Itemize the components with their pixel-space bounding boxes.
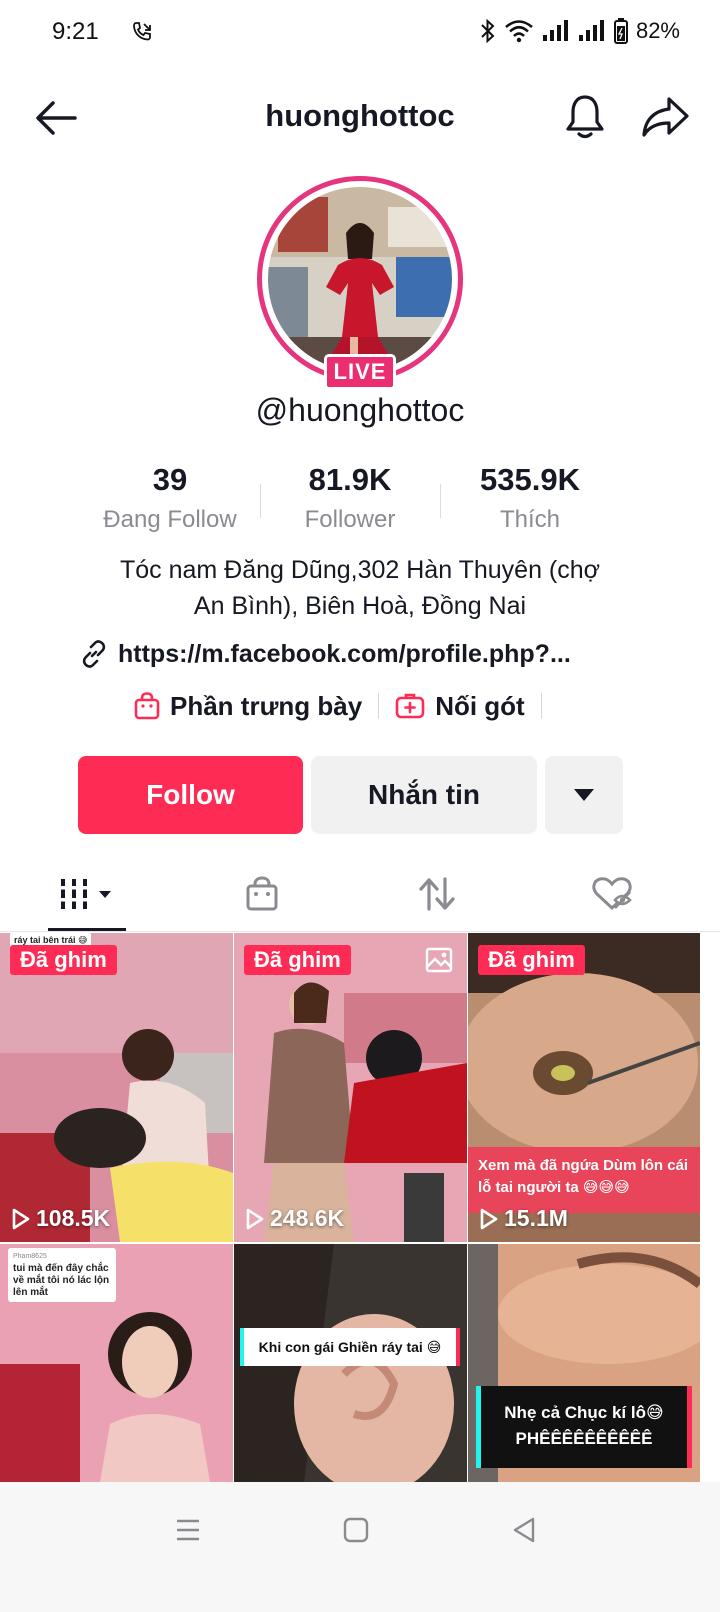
tab-reposts[interactable] bbox=[397, 858, 477, 930]
view-count: 108.5K bbox=[12, 1205, 110, 1232]
status-bar: 9:21 82% bbox=[0, 0, 720, 64]
play-icon bbox=[12, 1208, 30, 1229]
bio-line: An Bình), Biên Hoà, Đồng Nai bbox=[193, 592, 527, 620]
shop-divider bbox=[540, 693, 542, 719]
tab-shop[interactable] bbox=[222, 858, 302, 930]
add-box-icon bbox=[395, 693, 425, 719]
hidden-heart-icon bbox=[592, 877, 632, 911]
profile-stats: 39 Đang Follow 81.9K Follower 535.9K Thí… bbox=[0, 460, 720, 540]
comment-bubble: Pham8625 tui mà đến đây chắc về mắt tôi … bbox=[8, 1248, 116, 1302]
link-icon bbox=[82, 640, 106, 668]
pinned-badge: Đã ghim bbox=[10, 945, 117, 975]
video-thumbnail[interactable]: Đã ghim 248.6K bbox=[234, 933, 467, 1242]
header-title: huonghottoc bbox=[265, 98, 455, 133]
stat-likes-count: 535.9K bbox=[480, 462, 580, 497]
tab-videos[interactable] bbox=[48, 858, 126, 930]
wifi-icon bbox=[505, 20, 533, 43]
pinned-badge: Đã ghim bbox=[478, 945, 585, 975]
link-text: https://m.facebook.com/profile.php?... bbox=[118, 639, 571, 668]
video-thumbnail[interactable]: Khi con gái Ghiền ráy tai 😅 bbox=[234, 1244, 467, 1482]
video-thumbnail[interactable]: Pham8625 tui mà đến đây chắc về mắt tôi … bbox=[0, 1244, 233, 1482]
menu-lines-icon bbox=[177, 1519, 199, 1541]
comment-user: Pham8625 bbox=[13, 1253, 47, 1260]
video-caption: Khi con gái Ghiền ráy tai 😅 bbox=[240, 1328, 460, 1366]
video-thumbnail[interactable]: ráy tai bên trái 😅 Đã ghim 108.5K bbox=[0, 933, 233, 1242]
shopping-bag-icon bbox=[246, 876, 278, 911]
system-nav-bar bbox=[0, 1482, 720, 1612]
bell-icon bbox=[566, 95, 604, 139]
view-count-text: 108.5K bbox=[36, 1205, 111, 1231]
stat-followers-label: Follower bbox=[304, 506, 396, 533]
profile-username: @huonghottoc bbox=[255, 392, 465, 428]
status-time: 9:21 bbox=[52, 18, 99, 45]
view-count: 15.1M bbox=[480, 1205, 568, 1232]
signal-icon-2 bbox=[578, 20, 604, 41]
share-button[interactable] bbox=[638, 92, 692, 142]
more-options-button[interactable] bbox=[545, 756, 623, 834]
content-tabs bbox=[0, 858, 720, 932]
message-button[interactable]: Nhắn tin bbox=[311, 756, 537, 834]
caption-line: Nhẹ cả Chục kí lô😅 bbox=[504, 1403, 664, 1422]
video-caption: tui mà đến đây chắc về mắt tôi nó lác lộ… bbox=[13, 1263, 110, 1298]
triangle-down-icon bbox=[574, 789, 594, 801]
stat-following[interactable]: 39 Đang Follow bbox=[70, 460, 270, 534]
video-thumbnail[interactable]: Đã ghim Xem mà đã ngứa Dùm lôn cái lỗ ta… bbox=[468, 933, 700, 1242]
repost-icon bbox=[419, 877, 455, 911]
pinned-badge: Đã ghim bbox=[244, 945, 351, 975]
shopping-bag-icon bbox=[134, 692, 160, 720]
live-badge[interactable]: LIVE bbox=[324, 354, 396, 390]
shop-divider bbox=[378, 693, 380, 719]
follow-button[interactable]: Follow bbox=[78, 756, 303, 834]
battery-percent: 82% bbox=[635, 18, 680, 43]
missed-call-icon bbox=[133, 22, 151, 41]
video-caption: Nhẹ cả Chục kí lô😅 PHÊÊÊÊÊÊÊÊÊÊ bbox=[476, 1386, 692, 1468]
avatar-image bbox=[268, 187, 452, 371]
square-icon bbox=[343, 1517, 369, 1543]
shop-row: Phần trưng bày Nối gót bbox=[134, 686, 558, 726]
showcase-label: Phần trưng bày bbox=[170, 690, 363, 721]
profile-link[interactable]: https://m.facebook.com/profile.php?... bbox=[80, 636, 571, 672]
view-count-text: 15.1M bbox=[504, 1205, 568, 1231]
video-image bbox=[0, 933, 233, 1242]
status-icons: 82% bbox=[480, 18, 680, 44]
share-arrow-icon bbox=[642, 97, 689, 137]
video-thumbnail[interactable]: Nhẹ cả Chục kí lô😅 PHÊÊÊÊÊÊÊÊÊÊ bbox=[468, 1244, 700, 1482]
avatar-ring[interactable] bbox=[257, 176, 463, 382]
signal-icon bbox=[542, 20, 568, 41]
stat-following-count: 39 bbox=[152, 462, 188, 497]
triangle-back-icon bbox=[513, 1517, 535, 1543]
photo-icon bbox=[425, 947, 453, 973]
stat-followers-count: 81.9K bbox=[308, 462, 392, 497]
tab-active-indicator bbox=[48, 928, 126, 931]
profile-header: huonghottoc bbox=[0, 80, 720, 156]
caption-line: PHÊÊÊÊÊÊÊÊÊÊ bbox=[515, 1429, 653, 1448]
notification-button[interactable] bbox=[560, 92, 610, 142]
home-button[interactable] bbox=[336, 1510, 376, 1550]
connect-link[interactable]: Nối gót bbox=[395, 691, 525, 722]
video-caption: Xem mà đã ngứa Dùm lôn cái lỗ tai người … bbox=[468, 1147, 700, 1213]
avatar bbox=[268, 187, 452, 371]
play-icon bbox=[246, 1208, 264, 1229]
view-count-text: 248.6K bbox=[270, 1205, 345, 1231]
bluetooth-icon bbox=[481, 18, 495, 44]
video-image bbox=[234, 933, 467, 1242]
stat-following-label: Đang Follow bbox=[103, 506, 237, 533]
battery-icon bbox=[613, 18, 628, 44]
stat-followers[interactable]: 81.9K Follower bbox=[250, 460, 450, 534]
stat-likes-label: Thích bbox=[499, 506, 561, 533]
recents-button[interactable] bbox=[168, 1510, 208, 1550]
tab-liked[interactable] bbox=[572, 858, 652, 930]
stat-likes[interactable]: 535.9K Thích bbox=[430, 460, 630, 534]
grid-dropdown-icon bbox=[59, 879, 111, 909]
connect-label: Nối gót bbox=[435, 690, 525, 721]
profile-bio: Tóc nam Đăng Dũng,302 Hàn Thuyên (chợ An… bbox=[60, 552, 660, 624]
showcase-link[interactable]: Phần trưng bày bbox=[134, 691, 362, 722]
play-icon bbox=[480, 1208, 498, 1229]
system-back-button[interactable] bbox=[504, 1510, 544, 1550]
bio-line: Tóc nam Đăng Dũng,302 Hàn Thuyên (chợ bbox=[119, 556, 601, 584]
view-count: 248.6K bbox=[246, 1205, 344, 1232]
